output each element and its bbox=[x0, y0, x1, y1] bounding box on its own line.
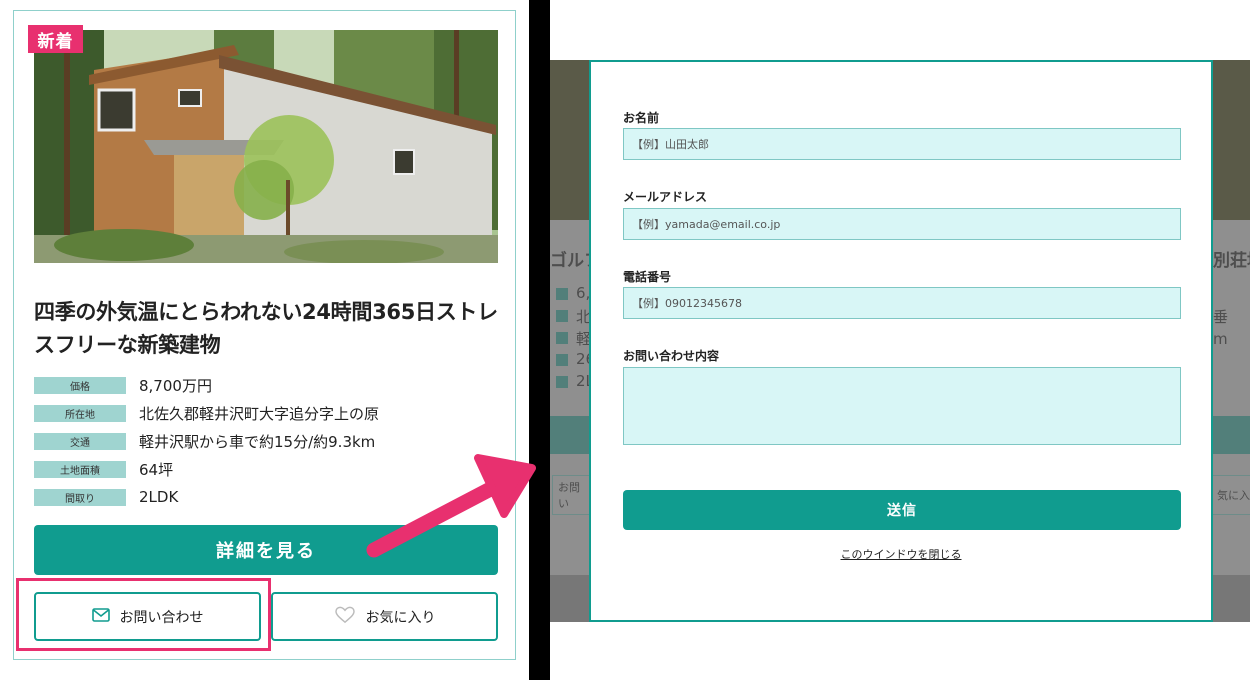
background-photo-lower-right bbox=[1212, 575, 1250, 622]
spec-label: 交通 bbox=[34, 432, 126, 450]
background-spec-label bbox=[556, 332, 568, 344]
contact-form-modal: お名前 【例】山田太郎 メールアドレス 【例】yamada@email.co.j… bbox=[589, 60, 1213, 622]
pointer-arrow-icon bbox=[366, 454, 536, 558]
email-label: メールアドレス bbox=[623, 190, 708, 204]
submit-button[interactable]: 送信 bbox=[623, 490, 1181, 530]
spec-label: 価格 bbox=[34, 376, 126, 394]
background-spec-label bbox=[556, 354, 568, 366]
spec-label: 間取り bbox=[34, 488, 126, 506]
background-photo-right bbox=[1212, 60, 1250, 220]
spec-value: 2LDK bbox=[139, 488, 179, 506]
phone-input[interactable]: 【例】09012345678 bbox=[623, 287, 1181, 319]
contact-button-label: お問い合わせ bbox=[119, 609, 204, 626]
phone-label: 電話番号 bbox=[623, 270, 672, 284]
background-spec-value-right: 垂 bbox=[1213, 308, 1229, 326]
background-spec-label bbox=[556, 310, 568, 322]
background-photo-left bbox=[550, 60, 590, 220]
heart-icon bbox=[334, 606, 356, 628]
email-input[interactable]: 【例】yamada@email.co.jp bbox=[623, 208, 1181, 240]
spec-value: 8,700万円 bbox=[139, 376, 212, 395]
favorite-button-label: お気に入り bbox=[365, 609, 436, 626]
close-window-link[interactable]: このウインドウを閉じる bbox=[591, 546, 1211, 562]
name-input[interactable]: 【例】山田太郎 bbox=[623, 128, 1181, 160]
spec-value: 北佐久郡軽井沢町大字追分字上の原 bbox=[139, 404, 380, 423]
message-label: お問い合わせ内容 bbox=[623, 349, 720, 363]
background-spec-label bbox=[556, 288, 568, 300]
background-photo-lower-left bbox=[550, 575, 590, 622]
spec-value: 軽井沢駅から車で約15分/約9.3km bbox=[139, 432, 376, 451]
background-spec-value-right: m bbox=[1213, 330, 1228, 348]
background-title-right: 別荘地 bbox=[1213, 251, 1250, 271]
property-title[interactable]: 四季の外気温にとらわれない24時間365日ストレスフリーな新築建物 bbox=[34, 296, 504, 362]
contact-button[interactable]: お問い合わせ bbox=[34, 592, 261, 641]
favorite-button[interactable]: お気に入り bbox=[271, 592, 498, 641]
mail-icon bbox=[91, 607, 110, 626]
spec-label: 土地面積 bbox=[34, 460, 126, 478]
spec-row-price: 価格 8,700万円 bbox=[34, 371, 504, 399]
background-spec-label bbox=[556, 376, 568, 388]
new-badge: 新着 bbox=[28, 25, 83, 53]
spec-row-location: 所在地 北佐久郡軽井沢町大字追分字上の原 bbox=[34, 399, 504, 427]
property-photo[interactable] bbox=[34, 30, 498, 263]
message-textarea[interactable] bbox=[623, 367, 1181, 445]
name-label: お名前 bbox=[623, 111, 660, 125]
spec-label: 所在地 bbox=[34, 404, 126, 422]
panel-divider bbox=[529, 0, 550, 680]
spec-value: 64坪 bbox=[139, 460, 174, 479]
background-favorite-button: 気に入 bbox=[1212, 475, 1250, 515]
